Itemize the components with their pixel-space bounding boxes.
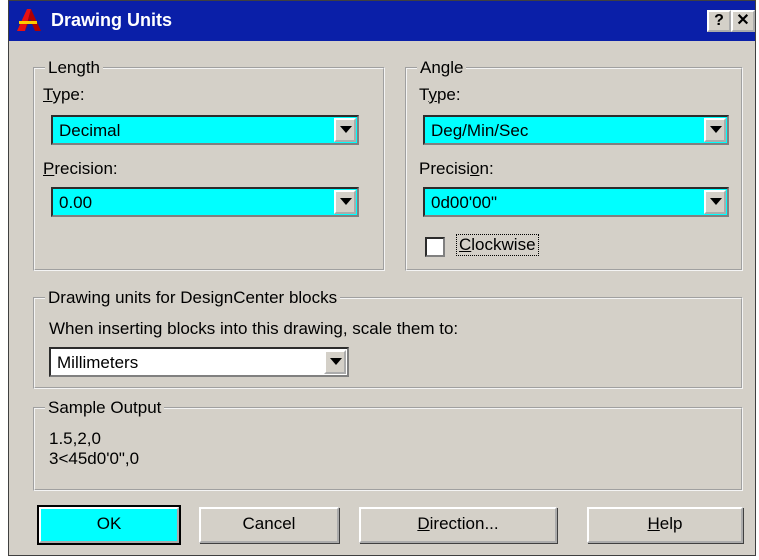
- chevron-down-icon[interactable]: [324, 350, 346, 374]
- chevron-down-icon[interactable]: [334, 118, 356, 142]
- angle-type-value: Deg/Min/Sec: [431, 121, 529, 140]
- designcenter-legend: Drawing units for DesignCenter blocks: [45, 288, 341, 308]
- angle-type-select[interactable]: Deg/Min/Sec: [423, 115, 729, 145]
- length-type-value: Decimal: [59, 121, 121, 140]
- sample-output-line-2: 3<45d0'0",0: [49, 449, 140, 468]
- clockwise-label[interactable]: Clockwise: [456, 234, 539, 256]
- direction-button[interactable]: Direction...: [359, 507, 557, 543]
- length-legend: Length: [45, 58, 103, 78]
- angle-precision-value: 0d00'00": [431, 193, 498, 212]
- close-icon[interactable]: ✕: [731, 10, 755, 32]
- help-button[interactable]: Help: [587, 507, 743, 543]
- chevron-down-icon[interactable]: [704, 190, 726, 214]
- help-icon[interactable]: ?: [707, 10, 731, 32]
- angle-group: Angle Type: Deg/Min/Sec Precision: 0d00'…: [405, 58, 743, 271]
- autocad-logo-icon: [15, 7, 43, 33]
- sample-output-legend: Sample Output: [45, 398, 165, 418]
- designcenter-group: Drawing units for DesignCenter blocks Wh…: [33, 288, 743, 389]
- sample-output-group: Sample Output 1.5,2,0 3<45d0'0",0: [33, 398, 743, 491]
- title-bar[interactable]: Drawing Units ? ✕: [9, 1, 755, 41]
- length-precision-select[interactable]: 0.00: [51, 187, 359, 217]
- length-type-select[interactable]: Decimal: [51, 115, 359, 145]
- angle-type-label: Type:: [419, 85, 461, 104]
- dialog-title: Drawing Units: [51, 10, 173, 30]
- cancel-button[interactable]: Cancel: [199, 507, 339, 543]
- designcenter-units-select[interactable]: Millimeters: [49, 347, 349, 377]
- chevron-down-icon[interactable]: [704, 118, 726, 142]
- length-type-label: Type:: [43, 85, 85, 104]
- chevron-down-icon[interactable]: [334, 190, 356, 214]
- drawing-units-dialog: Drawing Units ? ✕ Length Type: Decimal P…: [8, 0, 756, 556]
- length-precision-label: Precision:: [43, 159, 118, 178]
- angle-precision-select[interactable]: 0d00'00": [423, 187, 729, 217]
- ok-button[interactable]: OK: [37, 505, 181, 545]
- angle-legend: Angle: [417, 58, 467, 78]
- length-precision-value: 0.00: [59, 193, 93, 212]
- designcenter-instruction: When inserting blocks into this drawing,…: [49, 319, 459, 338]
- length-group: Length Type: Decimal Precision: 0.00: [33, 58, 385, 271]
- clockwise-checkbox[interactable]: [425, 237, 445, 257]
- angle-precision-label: Precision:: [419, 159, 494, 178]
- designcenter-units-value: Millimeters: [57, 353, 139, 372]
- sample-output-line-1: 1.5,2,0: [49, 429, 101, 448]
